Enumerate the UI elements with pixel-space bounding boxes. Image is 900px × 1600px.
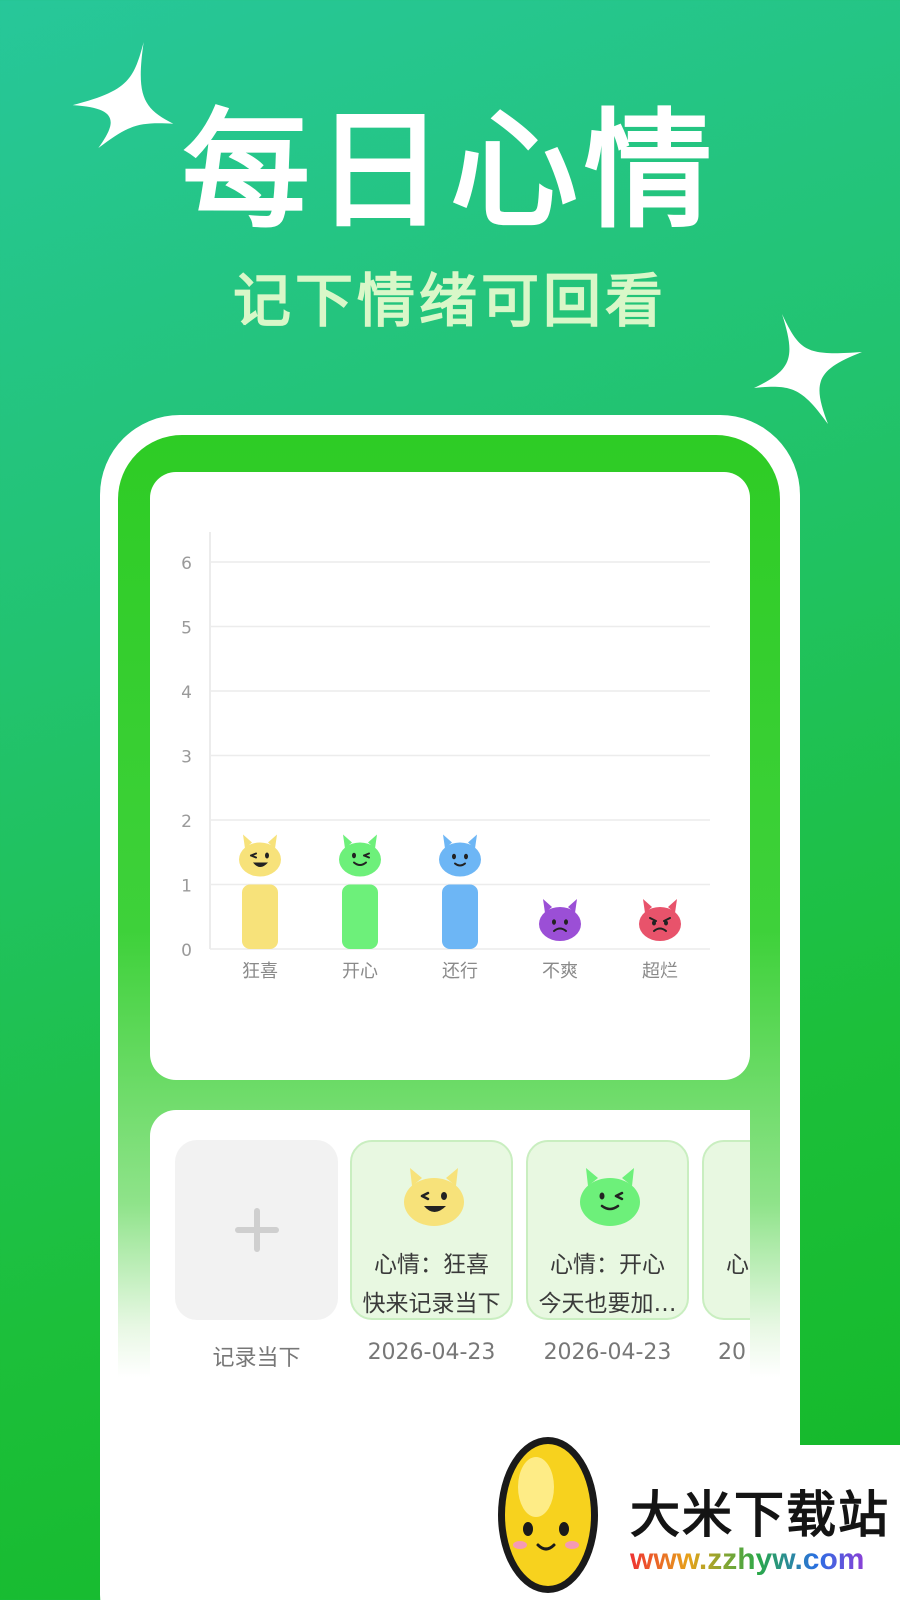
mood-entry-list[interactable]: 记录当下 心情：狂喜 快来记录当下 2026-04-23 心情：开心 今天也要加…	[150, 1110, 750, 1410]
mood-chart-card: 0 1 2 3 4 5 6 狂喜 开心 还行 不爽 超烂	[150, 472, 750, 1080]
bar	[442, 884, 478, 949]
y-tick-label: 6	[181, 554, 192, 574]
y-tick-label: 4	[181, 683, 192, 703]
y-tick-label: 3	[181, 748, 192, 768]
record-now-label: 记录当下	[212, 1346, 301, 1371]
entry-mood-label: 心情：狂喜	[374, 1252, 489, 1278]
wink-face-icon	[580, 1168, 640, 1226]
watermark: 大米下载站 www.zzhyw.com	[490, 1437, 900, 1600]
mood-bar-chart: 0 1 2 3 4 5 6 狂喜 开心 还行 不爽 超烂	[181, 532, 710, 982]
y-tick-label: 0	[181, 941, 192, 961]
page-title: 每日心情	[181, 97, 718, 246]
bar	[242, 884, 278, 949]
bar	[342, 884, 378, 949]
x-tick-label: 超烂	[642, 961, 678, 982]
record-now-button[interactable]	[175, 1140, 338, 1320]
x-tick-label: 狂喜	[242, 961, 278, 982]
entry-date: 2026-04-23	[367, 1340, 496, 1365]
mood-entry-card[interactable]: 心情：开心 今天也要加…	[526, 1140, 689, 1320]
laughing-wink-face-icon	[239, 834, 281, 877]
entry-note: 今天也要加…	[538, 1291, 677, 1317]
angry-face-icon	[639, 899, 681, 941]
y-tick-label: 2	[181, 812, 192, 832]
watermark-url: www.zzhyw.com	[630, 1543, 865, 1576]
page-subtitle: 记下情绪可回看	[232, 267, 667, 335]
entry-mood-label: 心	[726, 1252, 749, 1278]
y-tick-label: 1	[181, 877, 192, 897]
mood-entry-card[interactable]: 心	[702, 1140, 750, 1320]
wink-face-icon	[339, 834, 381, 877]
rice-mascot-logo	[498, 1437, 598, 1593]
x-tick-label: 开心	[342, 961, 378, 982]
x-tick-label: 还行	[442, 961, 478, 982]
frown-face-icon	[539, 899, 581, 941]
entry-mood-label: 心情：开心	[550, 1252, 665, 1278]
entry-note: 快来记录当下	[362, 1291, 501, 1317]
entry-date: 20	[718, 1340, 746, 1365]
plus-icon	[235, 1208, 279, 1252]
laughing-wink-face-icon	[404, 1168, 464, 1226]
y-tick-label: 5	[181, 619, 192, 639]
watermark-name: 大米下载站	[630, 1486, 890, 1544]
entry-date: 2026-04-23	[543, 1340, 672, 1365]
mood-entry-card[interactable]: 心情：狂喜 快来记录当下	[350, 1140, 513, 1320]
smile-face-icon	[439, 834, 481, 877]
x-tick-label: 不爽	[542, 961, 578, 982]
